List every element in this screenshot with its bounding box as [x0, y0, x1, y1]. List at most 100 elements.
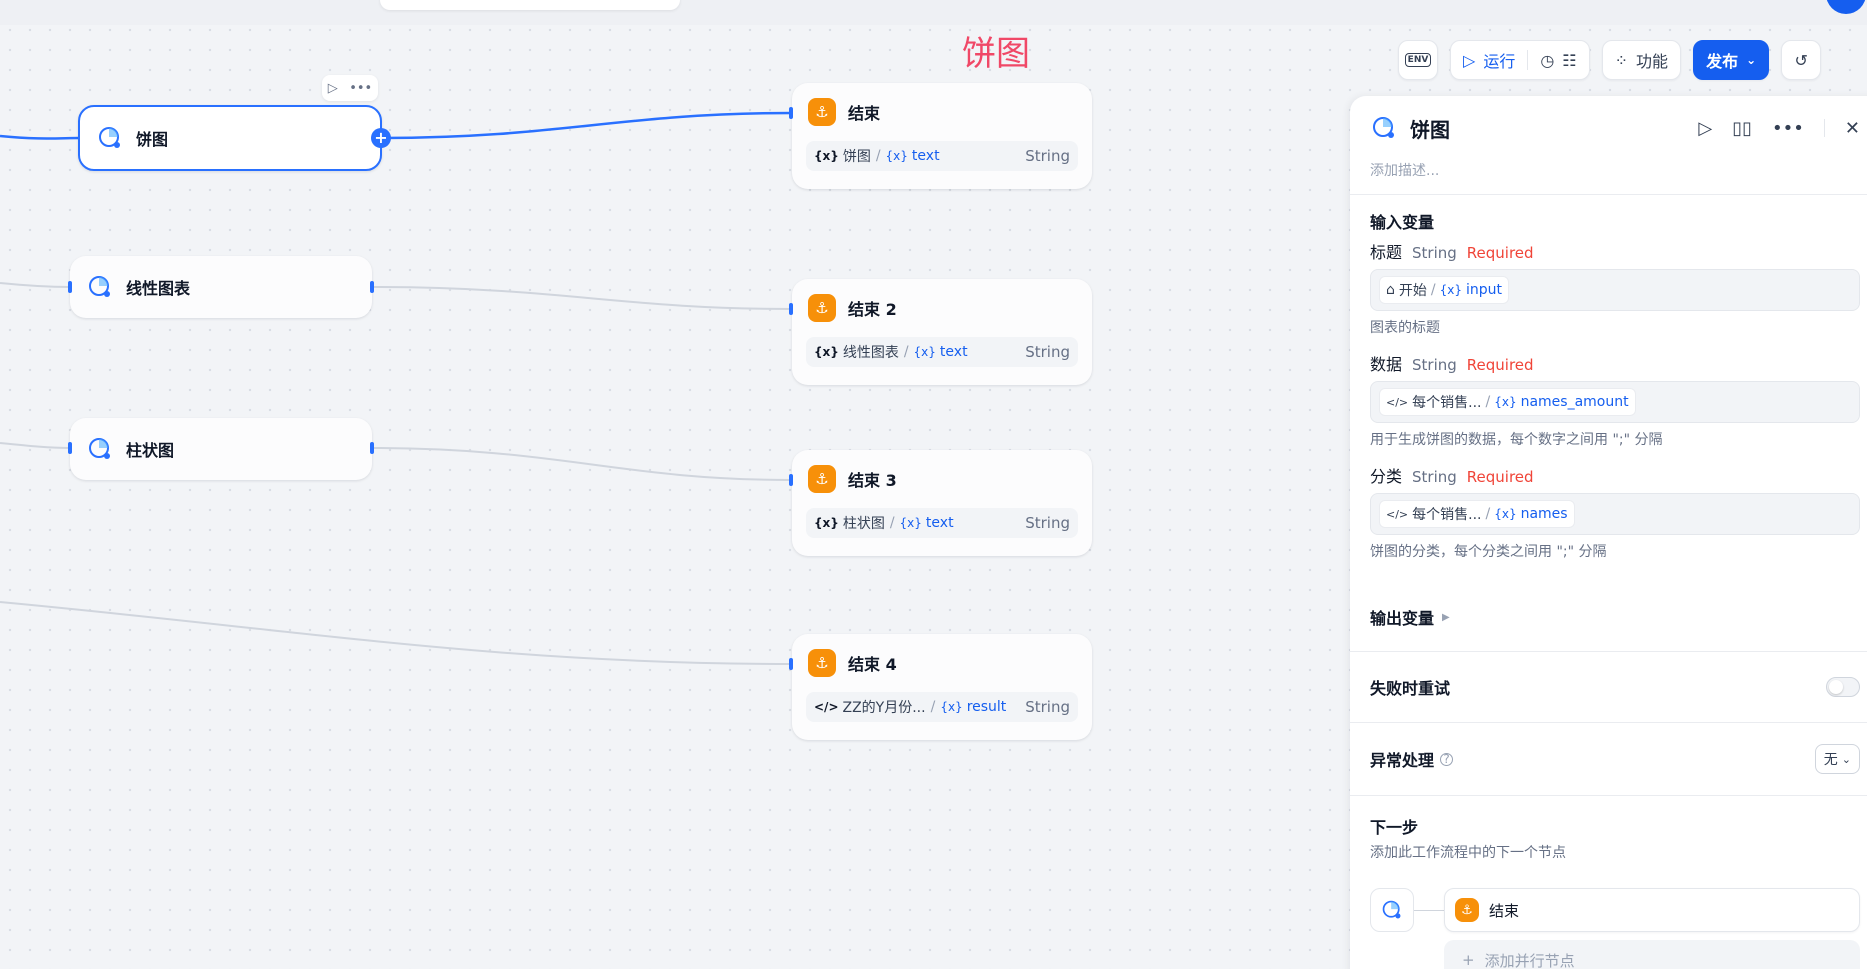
- node-label: 饼图: [136, 130, 169, 149]
- var-source: 线性图表: [842, 345, 899, 361]
- add-parallel-node-button[interactable]: + 添加并行节点: [1444, 940, 1860, 969]
- field-type: String: [1412, 356, 1457, 374]
- end-icon: ⚓: [808, 98, 836, 126]
- retry-toggle[interactable]: [1826, 677, 1860, 697]
- history-icon[interactable]: ◷: [1540, 51, 1554, 70]
- next-node-label: 结束: [1489, 901, 1520, 920]
- var-row: {x} 线性图表 / {x} text String: [806, 337, 1078, 367]
- end-icon: ⚓: [808, 465, 836, 493]
- end-icon: ⚓: [808, 294, 836, 322]
- node-line-chart[interactable]: 线性图表: [70, 256, 372, 318]
- field-hint: 用于生成饼图的数据，每个数字之间用 ";" 分隔: [1370, 432, 1663, 448]
- node-label: 线性图表: [126, 279, 191, 298]
- input-handle[interactable]: [789, 303, 793, 315]
- var-source: ZZ的Y月份...: [842, 700, 926, 716]
- var-name: result: [966, 699, 1007, 715]
- var-type: String: [1025, 147, 1070, 165]
- next-node-end[interactable]: ⚓ 结束: [1444, 888, 1860, 932]
- var-row: {x} 饼图 / {x} text String: [806, 141, 1078, 171]
- chip-source: 开始: [1398, 283, 1427, 299]
- variable-input[interactable]: </> 每个销售... / {x} names: [1370, 493, 1860, 535]
- play-icon[interactable]: ▷: [1463, 51, 1475, 70]
- outputs-section[interactable]: 输出变量 ▶: [1350, 561, 1867, 651]
- next-step-section: 下一步 添加此工作流程中的下一个节点 ⚓ 结束 + 添加并行节点: [1350, 796, 1867, 969]
- field-title: 标题 String Required ⌂ 开始 / {x} input 图表的标题: [1370, 239, 1860, 337]
- node-config-panel: 饼图 ▷ ▯▯ ••• ✕ 添加描述... 输入变量 标题 String Requi…: [1350, 96, 1867, 969]
- close-icon[interactable]: ✕: [1845, 118, 1860, 139]
- checklist-icon[interactable]: ☷: [1562, 51, 1576, 70]
- error-label: 异常处理: [1370, 751, 1435, 770]
- edge-line-to-end2: [371, 286, 793, 310]
- variable-icon: {x}: [814, 345, 839, 359]
- chart-icon: [86, 273, 114, 301]
- publish-button[interactable]: 发布 ⌄: [1693, 40, 1770, 80]
- node-pie-chart[interactable]: 饼图: [78, 105, 382, 171]
- node-bar-chart[interactable]: 柱状图: [70, 418, 372, 480]
- play-icon[interactable]: ▷: [328, 81, 338, 96]
- chevron-down-icon: ⌄: [1841, 752, 1851, 766]
- chip-var: names: [1520, 506, 1568, 522]
- variable-chip[interactable]: </> 每个销售... / {x} names_amount: [1379, 388, 1636, 416]
- edge-bar-to-end3: [371, 447, 793, 481]
- chevron-down-icon: ⌄: [1746, 53, 1757, 67]
- current-node-icon: [1370, 888, 1414, 932]
- field-name: 分类: [1370, 467, 1403, 486]
- more-icon[interactable]: •••: [349, 81, 372, 96]
- play-icon[interactable]: ▷: [1698, 118, 1712, 139]
- canvas-title: 饼图: [962, 34, 1030, 74]
- edge-line-in: [0, 282, 71, 288]
- output-handle[interactable]: [370, 442, 374, 454]
- end-node-4[interactable]: ⚓ 结束 4 </> ZZ的Y月份... / {x} result String: [792, 634, 1092, 740]
- var-type: String: [1025, 514, 1070, 532]
- input-handle[interactable]: [68, 442, 72, 454]
- env-icon: ENV: [1404, 53, 1432, 67]
- edge-pie-to-end1: [381, 111, 793, 140]
- error-section: 异常处理 ? 无 ⌄: [1350, 723, 1867, 795]
- plus-icon: +: [1462, 951, 1475, 969]
- features-icon: ⁘: [1614, 50, 1629, 70]
- add-next-handle[interactable]: +: [371, 128, 391, 148]
- field-type: String: [1412, 244, 1457, 262]
- features-button[interactable]: ⁘ 功能: [1601, 40, 1682, 80]
- field-hint: 饼图的分类，每个分类之间用 ";" 分隔: [1370, 544, 1607, 560]
- end-node-3[interactable]: ⚓ 结束 3 {x} 柱状图 / {x} text String: [792, 450, 1092, 556]
- required-badge: Required: [1466, 356, 1534, 374]
- end-node-1[interactable]: ⚓ 结束 {x} 饼图 / {x} text String: [792, 83, 1092, 189]
- env-button[interactable]: ENV: [1398, 40, 1438, 80]
- help-icon[interactable]: ?: [1440, 752, 1454, 766]
- input-handle[interactable]: [68, 281, 72, 293]
- variable-chip[interactable]: ⌂ 开始 / {x} input: [1379, 276, 1509, 304]
- input-handle[interactable]: [789, 474, 793, 486]
- variable-icon: {x}: [913, 345, 936, 359]
- variable-input[interactable]: </> 每个销售... / {x} names_amount: [1370, 381, 1860, 423]
- run-label[interactable]: 运行: [1483, 48, 1515, 72]
- variable-chip[interactable]: </> 每个销售... / {x} names: [1379, 500, 1575, 528]
- version-history-button[interactable]: ↺: [1781, 40, 1822, 80]
- var-row: {x} 柱状图 / {x} text String: [806, 508, 1078, 538]
- panel-title[interactable]: 饼图: [1410, 114, 1450, 143]
- output-handle[interactable]: [370, 281, 374, 293]
- end-icon: ⚓: [808, 649, 836, 677]
- input-handle[interactable]: [789, 658, 793, 670]
- avatar[interactable]: [1826, 0, 1866, 14]
- more-icon[interactable]: •••: [1772, 118, 1804, 139]
- end-node-2[interactable]: ⚓ 结束 2 {x} 线性图表 / {x} text String: [792, 279, 1092, 385]
- edge-bar-in: [0, 442, 71, 449]
- restore-icon: ↺: [1794, 50, 1808, 70]
- home-icon: ⌂: [1386, 282, 1395, 298]
- node-label: 柱状图: [126, 441, 175, 460]
- field-hint: 图表的标题: [1370, 320, 1440, 336]
- book-icon[interactable]: ▯▯: [1732, 118, 1752, 139]
- required-badge: Required: [1466, 468, 1534, 486]
- publish-label: 发布: [1706, 52, 1739, 71]
- description-input[interactable]: 添加描述...: [1350, 160, 1867, 194]
- input-handle[interactable]: [789, 107, 793, 119]
- required-badge: Required: [1466, 244, 1534, 262]
- chart-icon: [96, 124, 124, 152]
- variable-input[interactable]: ⌂ 开始 / {x} input: [1370, 269, 1860, 311]
- variable-icon: {x}: [899, 516, 922, 530]
- error-strategy-select[interactable]: 无 ⌄: [1814, 744, 1860, 774]
- var-row: </> ZZ的Y月份... / {x} result String: [806, 692, 1078, 722]
- code-icon: </>: [814, 700, 839, 714]
- field-name: 数据: [1370, 355, 1403, 374]
